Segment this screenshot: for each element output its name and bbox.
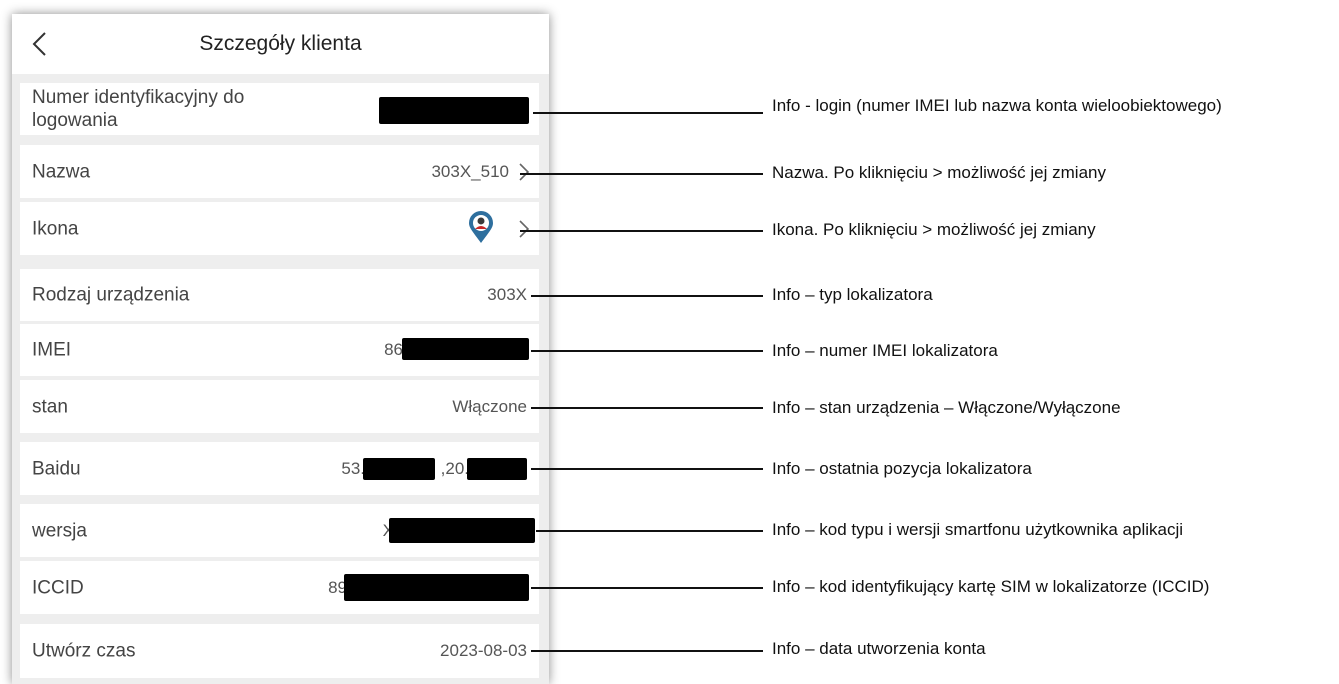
redacted-iccid xyxy=(344,574,529,601)
row-name[interactable]: Nazwa 303X_510 xyxy=(20,145,539,198)
state-label: stan xyxy=(32,396,68,417)
row-icon[interactable]: Ikona xyxy=(20,202,539,255)
row-imei: IMEI 86 xyxy=(20,324,539,376)
imei-label: IMEI xyxy=(32,339,72,361)
connector-line xyxy=(520,230,763,232)
redacted-latitude xyxy=(363,458,435,480)
version-label: wersja xyxy=(32,520,87,541)
baidu-value-lat: 53. xyxy=(341,458,365,478)
row-baidu: Baidu 53. ,20. xyxy=(20,442,539,495)
chevron-right-icon[interactable] xyxy=(517,162,531,182)
connector-line xyxy=(533,112,763,114)
connector-line xyxy=(531,468,763,470)
connector-line xyxy=(531,650,763,652)
redacted-version xyxy=(389,518,535,543)
page-title: Szczegóły klienta xyxy=(199,32,362,55)
row-iccid: ICCID 89 xyxy=(20,561,539,614)
annotation-version: Info – kod typu i wersji smartfonu użytk… xyxy=(772,520,1184,539)
annotation-device-type: Info – typ lokalizatora xyxy=(772,285,933,304)
device-type-label: Rodzaj urządzenia xyxy=(32,284,190,306)
created-label: Utwórz czas xyxy=(32,640,136,662)
connector-line xyxy=(520,173,763,175)
connector-line xyxy=(531,295,763,297)
name-value: 303X_510 xyxy=(431,161,509,181)
annotation-login: Info - login (numer IMEI lub nazwa konta… xyxy=(772,96,1222,115)
connector-line xyxy=(536,530,763,532)
connector-line xyxy=(531,587,763,589)
name-label: Nazwa xyxy=(32,161,91,182)
redacted-longitude xyxy=(467,458,527,480)
connector-line xyxy=(531,407,763,409)
annotation-state: Info – stan urządzenia – Włączone/Wyłącz… xyxy=(772,398,1121,417)
icon-label: Ikona xyxy=(32,218,79,239)
row-version: wersja X xyxy=(20,504,539,557)
redacted-login-value xyxy=(379,97,529,124)
iccid-label: ICCID xyxy=(32,577,84,598)
redacted-imei xyxy=(402,338,529,360)
map-pin-avatar-icon xyxy=(469,210,493,243)
annotation-imei: Info – numer IMEI lokalizatora xyxy=(772,341,998,360)
connector-line xyxy=(531,350,763,352)
chevron-right-icon[interactable] xyxy=(517,219,531,239)
annotation-name: Nazwa. Po kliknięciu > możliwość jej zmi… xyxy=(772,163,1106,182)
app-header: Szczegóły klienta xyxy=(12,14,549,74)
phone-screen: Szczegóły klienta Numer identyfikacyjny … xyxy=(12,14,549,684)
baidu-value-lng: ,20. xyxy=(440,458,469,478)
row-created: Utwórz czas 2023-08-03 xyxy=(20,624,539,678)
baidu-label: Baidu xyxy=(32,458,81,479)
created-value: 2023-08-03 xyxy=(440,641,527,660)
row-login: Numer identyfikacyjny do logowania xyxy=(20,83,539,135)
annotation-position: Info – ostatnia pozycja lokalizatora xyxy=(772,459,1032,478)
row-state: stan Włączone xyxy=(20,380,539,433)
state-value: Włączone xyxy=(452,396,527,416)
annotation-icon: Ikona. Po kliknięciu > możliwość jej zmi… xyxy=(772,220,1096,239)
imei-value-prefix: 86 xyxy=(384,340,403,359)
row-device-type: Rodzaj urządzenia 303X xyxy=(20,269,539,321)
annotation-iccid: Info – kod identyfikujący kartę SIM w lo… xyxy=(772,577,1210,596)
login-label: Numer identyfikacyjny do logowania xyxy=(32,87,245,131)
annotation-created: Info – data utworzenia konta xyxy=(772,639,986,658)
device-type-value: 303X xyxy=(487,285,527,304)
